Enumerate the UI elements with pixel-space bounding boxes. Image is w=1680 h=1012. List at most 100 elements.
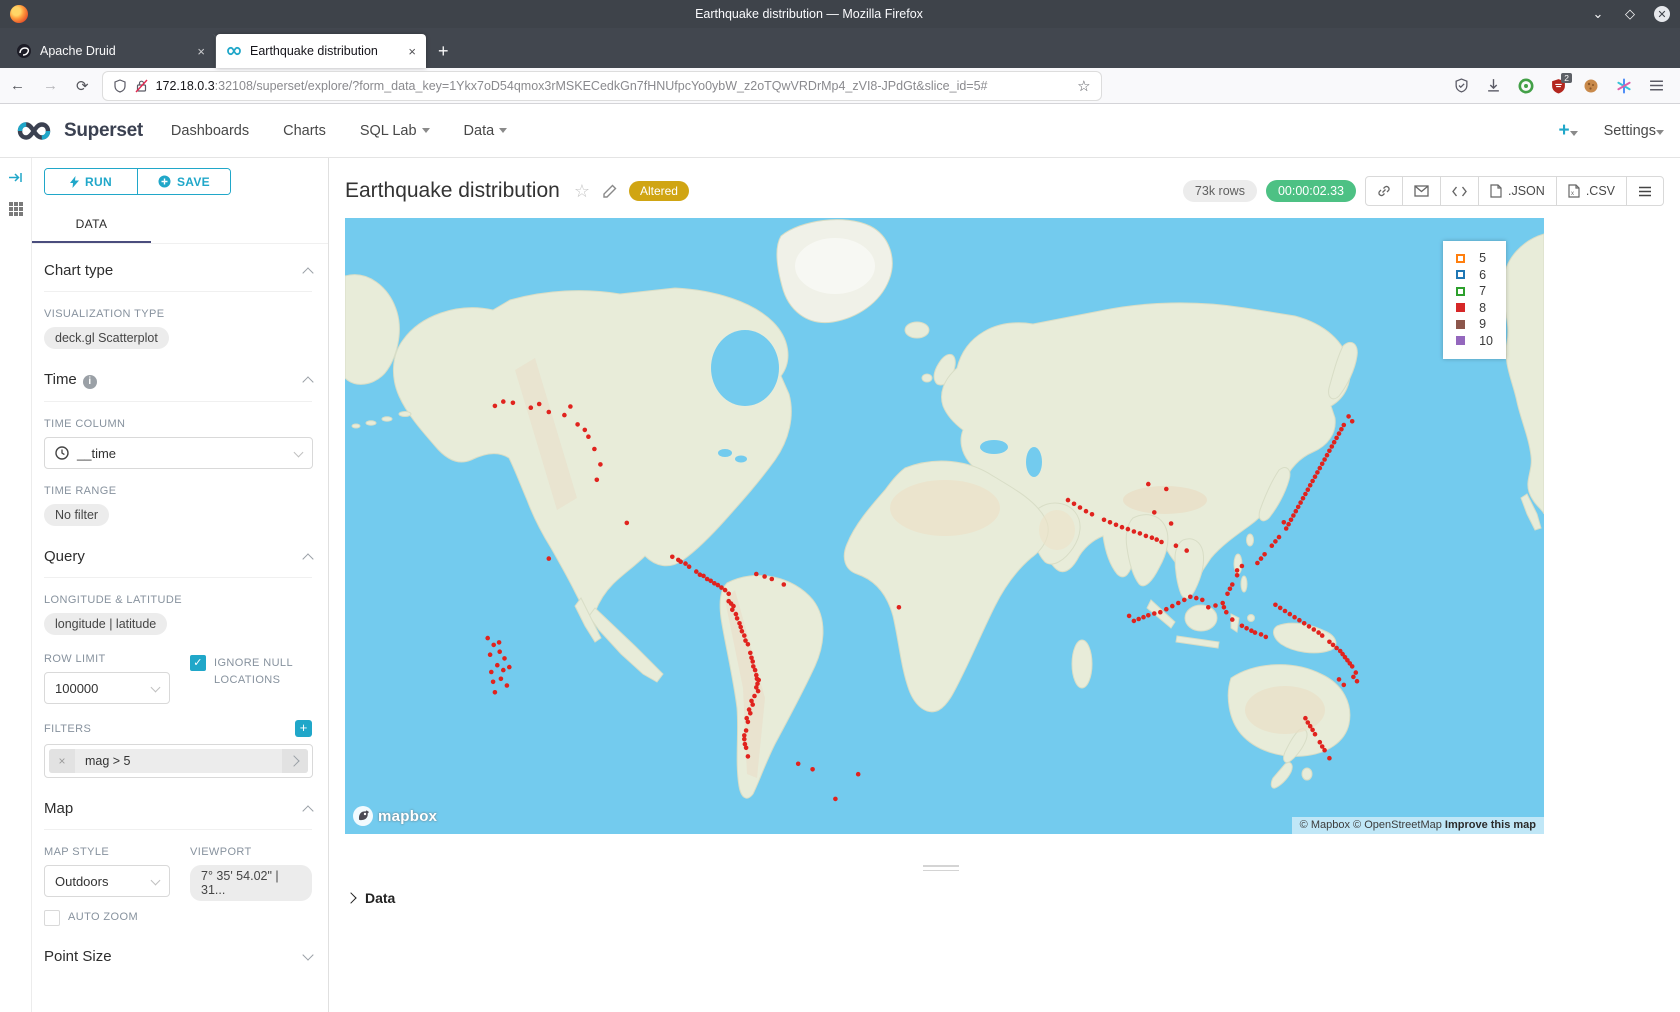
edit-pencil-icon[interactable] bbox=[602, 184, 617, 199]
insecure-lock-icon[interactable] bbox=[135, 79, 148, 93]
chevron-down-icon bbox=[499, 128, 507, 133]
legend-item[interactable]: 6 bbox=[1456, 267, 1493, 284]
legend-value: 10 bbox=[1479, 334, 1493, 348]
nav-data[interactable]: Data bbox=[464, 123, 508, 139]
legend-item[interactable]: 9 bbox=[1456, 316, 1493, 333]
reload-button[interactable]: ⟳ bbox=[76, 77, 89, 95]
ignore-null-checkbox[interactable]: ✓ bbox=[190, 655, 206, 671]
tracking-shield-icon[interactable] bbox=[113, 79, 127, 93]
improve-map-link[interactable]: Improve this map bbox=[1445, 819, 1536, 831]
deckgl-map[interactable]: 5678910 mapbox © Mapbox © OpenStreetMap … bbox=[345, 218, 1544, 834]
add-new-button[interactable]: + bbox=[1558, 120, 1577, 142]
map-legend[interactable]: 5 678910 bbox=[1443, 241, 1506, 359]
filter-chip[interactable]: × mag > 5 bbox=[49, 749, 308, 773]
attrib-osm-link[interactable]: © OpenStreetMap bbox=[1353, 819, 1442, 831]
filters-label: FILTERS bbox=[44, 723, 91, 735]
auto-zoom-label: AUTO ZOOM bbox=[68, 909, 138, 926]
section-point-size[interactable]: Point Size bbox=[44, 948, 312, 977]
plus-circle-icon bbox=[158, 175, 171, 188]
data-collapse-row[interactable]: Data bbox=[329, 834, 1680, 906]
nav-sql-lab[interactable]: SQL Lab bbox=[360, 123, 430, 139]
forward-button[interactable]: → bbox=[43, 77, 58, 94]
chevron-up-icon bbox=[302, 267, 313, 278]
mapbox-icon bbox=[352, 805, 374, 827]
email-button[interactable] bbox=[1403, 177, 1441, 205]
pane-drag-handle[interactable] bbox=[923, 865, 959, 874]
chevron-up-icon bbox=[302, 376, 313, 387]
extension-green-icon[interactable] bbox=[1518, 78, 1534, 94]
tab-apache-druid[interactable]: Apache Druid × bbox=[6, 34, 216, 68]
section-time[interactable]: Timei bbox=[44, 371, 312, 402]
auto-zoom-checkbox[interactable] bbox=[44, 910, 60, 926]
favorite-star-icon[interactable]: ☆ bbox=[574, 181, 590, 202]
export-json-button[interactable]: .JSON bbox=[1479, 177, 1557, 205]
more-options-button[interactable] bbox=[1627, 177, 1663, 205]
window-minimize-icon[interactable]: ⌄ bbox=[1590, 6, 1606, 22]
window-maximize-icon[interactable]: ◇ bbox=[1622, 6, 1638, 22]
superset-favicon bbox=[226, 43, 242, 59]
viewport-value[interactable]: 7° 35' 54.02" | 31... bbox=[190, 865, 312, 901]
tab-data[interactable]: DATA bbox=[32, 209, 151, 243]
lonlat-value[interactable]: longitude | latitude bbox=[44, 613, 167, 635]
chevron-down-icon bbox=[294, 447, 304, 457]
tab-label: Apache Druid bbox=[40, 44, 116, 58]
colorful-asterisk-icon[interactable] bbox=[1616, 78, 1632, 94]
superset-logo[interactable]: Superset bbox=[16, 119, 143, 143]
superset-navbar: Superset Dashboards Charts SQL Lab Data … bbox=[0, 104, 1680, 158]
legend-item[interactable]: 8 bbox=[1456, 300, 1493, 317]
run-button[interactable]: RUN bbox=[45, 169, 138, 194]
tab-close-icon[interactable]: × bbox=[197, 44, 205, 59]
file-icon: x bbox=[1568, 184, 1580, 198]
save-button[interactable]: SAVE bbox=[138, 169, 230, 194]
datasource-grid-icon[interactable] bbox=[8, 201, 24, 217]
nav-dashboards[interactable]: Dashboards bbox=[171, 123, 249, 139]
window-close-icon[interactable]: ✕ bbox=[1654, 6, 1670, 22]
ublock-icon[interactable]: 2 bbox=[1551, 78, 1566, 94]
settings-menu[interactable]: Settings bbox=[1604, 123, 1664, 139]
legend-item[interactable]: 7 bbox=[1456, 283, 1493, 300]
section-query[interactable]: Query bbox=[44, 548, 312, 578]
map-style-label: MAP STYLE bbox=[44, 846, 190, 858]
protections-shield-icon[interactable] bbox=[1454, 78, 1469, 93]
section-map[interactable]: Map bbox=[44, 800, 312, 830]
chevron-right-icon[interactable] bbox=[282, 749, 308, 773]
data-section-label: Data bbox=[365, 890, 395, 906]
expand-panel-icon[interactable] bbox=[8, 170, 23, 185]
bookmark-star-icon[interactable]: ☆ bbox=[1077, 77, 1090, 95]
map-style-select[interactable]: Outdoors bbox=[44, 865, 170, 897]
time-range-value[interactable]: No filter bbox=[44, 504, 109, 526]
export-csv-button[interactable]: x.CSV bbox=[1557, 177, 1627, 205]
url-bar[interactable]: 172.18.0.3:32108/superset/explore/?form_… bbox=[103, 72, 1101, 100]
time-column-select[interactable]: __time bbox=[44, 437, 313, 469]
copy-link-button[interactable] bbox=[1366, 177, 1403, 205]
attrib-mapbox-link[interactable]: © Mapbox bbox=[1300, 819, 1350, 831]
legend-item[interactable]: 5 bbox=[1456, 250, 1493, 267]
mapbox-logo[interactable]: mapbox bbox=[352, 805, 437, 827]
new-tab-button[interactable]: + bbox=[426, 41, 461, 68]
section-chart-type[interactable]: Chart type bbox=[44, 262, 312, 292]
code-icon bbox=[1452, 186, 1467, 197]
cookie-icon[interactable] bbox=[1583, 78, 1599, 94]
browser-tabbar: Apache Druid × Earthquake distribution ×… bbox=[0, 28, 1680, 68]
menu-hamburger-icon[interactable] bbox=[1649, 79, 1664, 92]
row-limit-select[interactable]: 100000 bbox=[44, 672, 170, 704]
menu-icon bbox=[1638, 186, 1652, 197]
legend-value: 5 bbox=[1479, 251, 1486, 265]
legend-item[interactable]: 10 bbox=[1456, 333, 1493, 350]
time-column-label: TIME COLUMN bbox=[44, 418, 312, 430]
ublock-badge: 2 bbox=[1561, 73, 1572, 83]
downloads-icon[interactable] bbox=[1486, 78, 1501, 93]
envelope-icon bbox=[1414, 185, 1429, 197]
chevron-down-icon bbox=[151, 875, 161, 885]
nav-charts[interactable]: Charts bbox=[283, 123, 326, 139]
tab-close-icon[interactable]: × bbox=[408, 44, 416, 59]
tab-earthquake-distribution[interactable]: Earthquake distribution × bbox=[216, 34, 426, 68]
embed-code-button[interactable] bbox=[1441, 177, 1479, 205]
back-button[interactable]: ← bbox=[10, 77, 25, 94]
legend-swatch-icon bbox=[1456, 336, 1465, 345]
add-filter-button[interactable]: + bbox=[295, 720, 312, 737]
viz-type-value[interactable]: deck.gl Scatterplot bbox=[44, 327, 169, 349]
mapbox-word: mapbox bbox=[378, 808, 437, 825]
legend-swatch-icon bbox=[1456, 254, 1465, 263]
remove-filter-icon[interactable]: × bbox=[49, 749, 75, 773]
